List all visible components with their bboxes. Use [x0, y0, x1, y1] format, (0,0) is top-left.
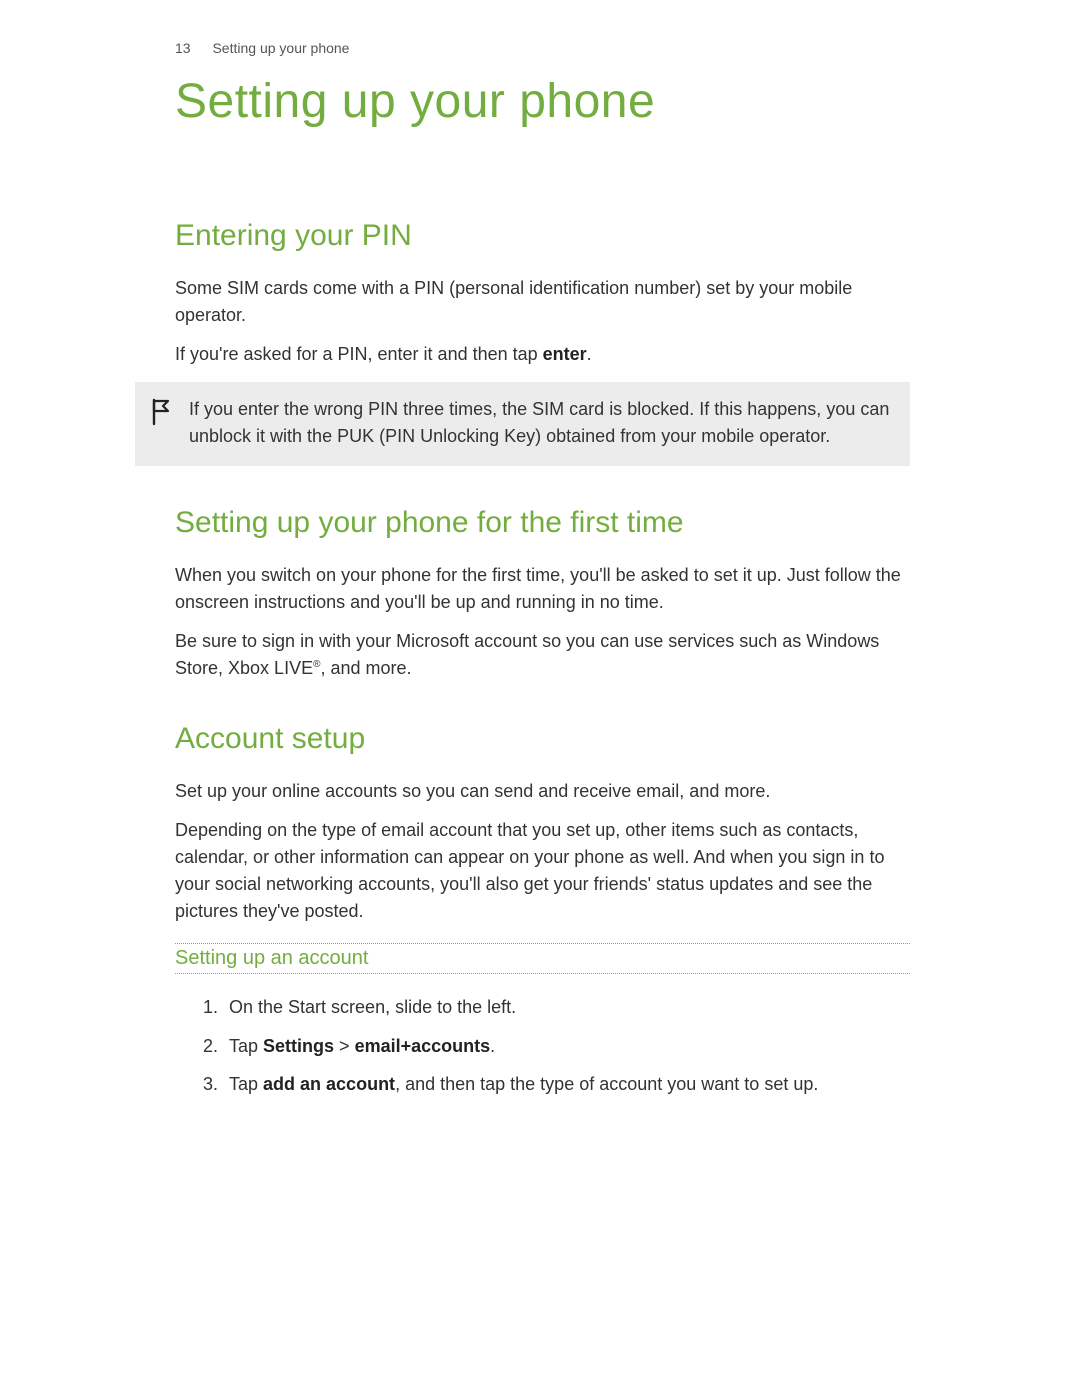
inline-bold: Settings	[263, 1036, 334, 1056]
dotted-divider	[175, 943, 910, 944]
running-header: 13 Setting up your phone	[175, 40, 910, 56]
list-item: Tap Settings > email+accounts.	[223, 1031, 910, 1062]
page-title: Setting up your phone	[175, 74, 910, 129]
dotted-divider	[175, 973, 910, 974]
body-text: If you're asked for a PIN, enter it and …	[175, 341, 910, 368]
body-text: Set up your online accounts so you can s…	[175, 778, 910, 805]
list-item: On the Start screen, slide to the left.	[223, 992, 910, 1023]
section-heading-pin: Entering your PIN	[175, 219, 910, 253]
section-heading-account: Account setup	[175, 722, 910, 756]
running-title: Setting up your phone	[212, 40, 349, 56]
list-item: Tap add an account, and then tap the typ…	[223, 1069, 910, 1100]
note-callout: If you enter the wrong PIN three times, …	[135, 382, 910, 466]
inline-bold: enter	[543, 344, 587, 364]
page-number: 13	[175, 40, 191, 56]
sub-heading: Setting up an account	[175, 947, 910, 970]
body-text: Some SIM cards come with a PIN (personal…	[175, 275, 910, 329]
sub-heading-block: Setting up an account	[175, 943, 910, 974]
body-text: When you switch on your phone for the fi…	[175, 562, 910, 616]
flag-icon	[151, 396, 189, 450]
note-text: If you enter the wrong PIN three times, …	[189, 396, 890, 450]
body-text: Depending on the type of email account t…	[175, 817, 910, 925]
section-heading-first-time: Setting up your phone for the first time	[175, 506, 910, 540]
document-page: 13 Setting up your phone Setting up your…	[0, 0, 1080, 1397]
body-text: Be sure to sign in with your Microsoft a…	[175, 628, 910, 682]
inline-bold: email+accounts	[355, 1036, 491, 1056]
steps-list: On the Start screen, slide to the left. …	[175, 992, 910, 1100]
inline-bold: add an account	[263, 1074, 395, 1094]
